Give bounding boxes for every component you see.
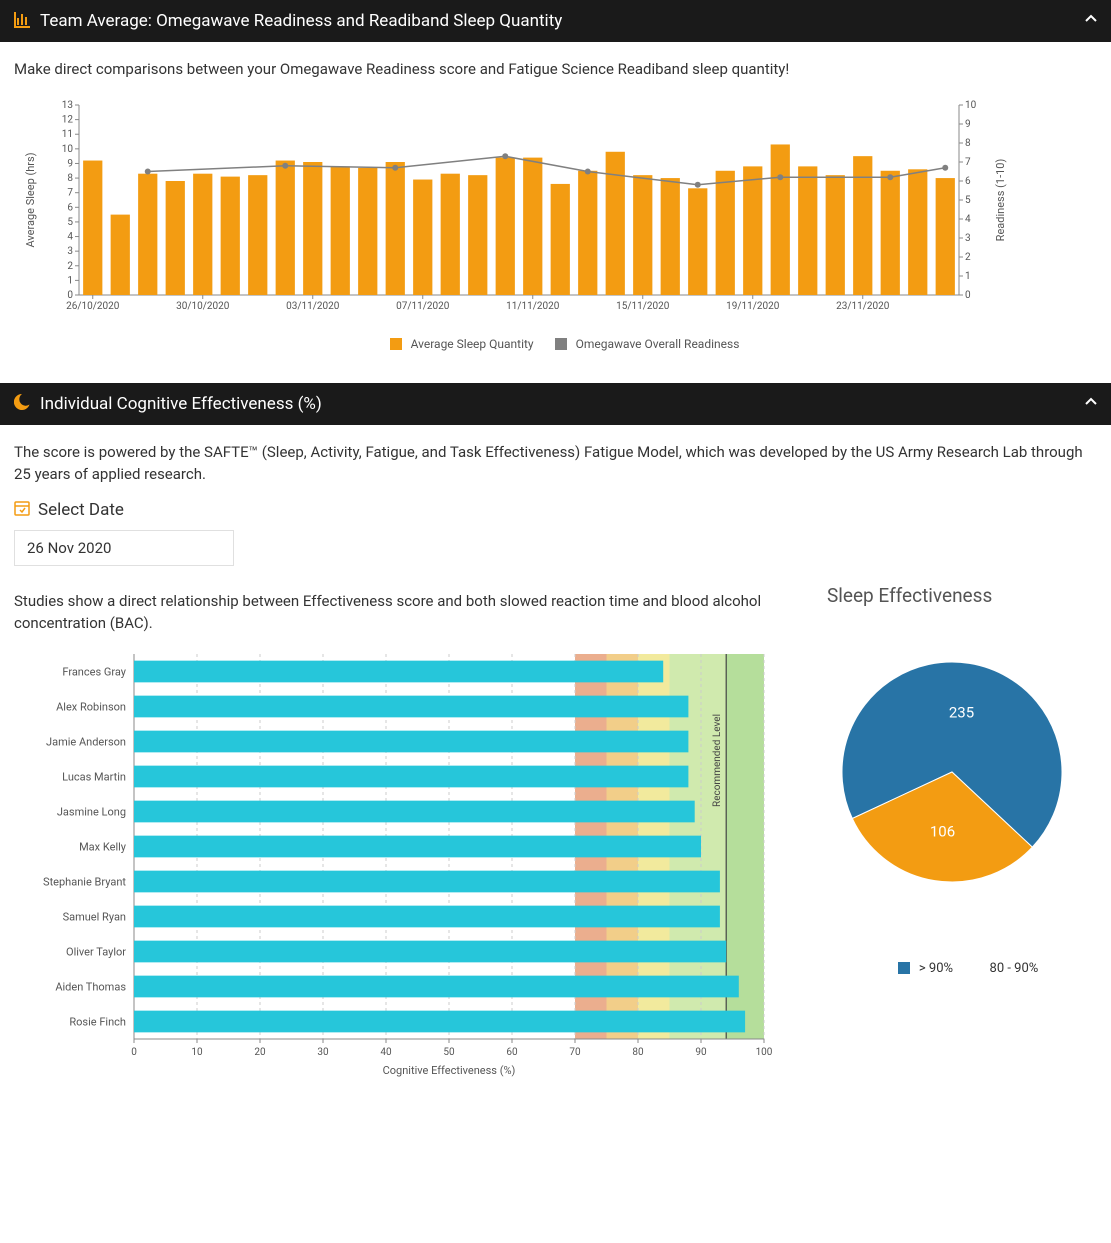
svg-text:8: 8 (965, 138, 971, 149)
svg-text:3: 3 (67, 246, 73, 257)
svg-text:1: 1 (965, 271, 971, 282)
svg-text:70: 70 (569, 1047, 581, 1058)
calendar-icon (14, 500, 30, 520)
legend-label-gt90: > 90% (919, 961, 953, 976)
legend-swatch-readiness (555, 338, 567, 350)
svg-text:50: 50 (443, 1047, 455, 1058)
panel-subtitle: The score is powered by the SAFTE™ (Slee… (14, 441, 1097, 486)
svg-text:9: 9 (67, 158, 73, 169)
svg-text:10: 10 (965, 100, 977, 111)
svg-text:Frances Gray: Frances Gray (62, 665, 126, 678)
svg-text:Lucas Martin: Lucas Martin (62, 770, 126, 783)
svg-text:9: 9 (965, 119, 971, 130)
svg-text:0: 0 (131, 1047, 137, 1058)
svg-text:30: 30 (317, 1047, 329, 1058)
select-date-text: Select Date (38, 500, 124, 520)
sleep-effectiveness-title: Sleep Effectiveness (827, 584, 1097, 607)
svg-text:Cognitive Effectiveness (%): Cognitive Effectiveness (%) (383, 1064, 516, 1077)
svg-text:5: 5 (965, 195, 971, 206)
svg-text:Jamie Anderson: Jamie Anderson (46, 735, 126, 748)
pie-legend: > 90% 80 - 90% (827, 961, 1097, 976)
cognitive-effectiveness-chart: Recommended Level Frances Gray Alex Robins… (14, 649, 774, 1079)
panel-subtitle: Make direct comparisons between your Ome… (14, 58, 1097, 81)
panel-header[interactable]: Individual Cognitive Effectiveness (%) (0, 383, 1111, 425)
legend-swatch-8090 (968, 962, 980, 974)
legend-swatch-gt90 (898, 962, 910, 974)
studies-text: Studies show a direct relationship betwe… (14, 590, 797, 635)
svg-text:2: 2 (67, 260, 73, 271)
svg-text:Jasmine Long: Jasmine Long (57, 805, 126, 818)
collapse-icon[interactable] (1085, 396, 1097, 412)
svg-text:10: 10 (191, 1047, 203, 1058)
svg-text:6: 6 (965, 176, 971, 187)
legend-label-8090: 80 - 90% (990, 961, 1039, 976)
svg-text:4: 4 (965, 214, 971, 225)
chart-legend: Average Sleep Quantity Omegawave Overall… (14, 337, 1097, 351)
svg-text:80: 80 (632, 1047, 644, 1058)
panel-title: Team Average: Omegawave Readiness and Re… (40, 11, 562, 31)
sleep-effectiveness-pie: 235 106 (827, 647, 1077, 897)
svg-text:90: 90 (695, 1047, 707, 1058)
svg-text:13: 13 (62, 100, 73, 111)
svg-text:Rosie Finch: Rosie Finch (69, 1015, 126, 1028)
panel-body: The score is powered by the SAFTE™ (Slee… (0, 425, 1111, 1103)
svg-text:4: 4 (67, 231, 73, 242)
svg-text:7: 7 (965, 157, 971, 168)
svg-text:40: 40 (380, 1047, 392, 1058)
svg-text:11/11/2020: 11/11/2020 (506, 301, 560, 312)
svg-text:15/11/2020: 15/11/2020 (616, 301, 670, 312)
svg-text:0: 0 (67, 290, 73, 301)
panel-title: Individual Cognitive Effectiveness (%) (40, 394, 322, 414)
select-date-label: Select Date (14, 500, 1097, 520)
svg-text:Readiness (1-10): Readiness (1-10) (994, 158, 1007, 241)
svg-text:11: 11 (62, 129, 73, 140)
bar-chart-icon (14, 12, 30, 31)
svg-text:106: 106 (930, 822, 955, 840)
svg-text:100: 100 (756, 1047, 773, 1058)
svg-text:Average Sleep (hrs): Average Sleep (hrs) (24, 152, 37, 247)
svg-text:1: 1 (67, 275, 73, 286)
collapse-icon[interactable] (1085, 13, 1097, 29)
svg-text:07/11/2020: 07/11/2020 (396, 301, 450, 312)
panel-body: Make direct comparisons between your Ome… (0, 42, 1111, 371)
svg-text:23/11/2020: 23/11/2020 (836, 301, 890, 312)
legend-label-sleep: Average Sleep Quantity (411, 337, 534, 351)
panel-header[interactable]: Team Average: Omegawave Readiness and Re… (0, 0, 1111, 42)
svg-text:6: 6 (67, 202, 73, 213)
svg-text:3: 3 (965, 233, 971, 244)
svg-text:20: 20 (254, 1047, 266, 1058)
svg-text:Samuel Ryan: Samuel Ryan (63, 910, 126, 923)
moon-icon (14, 394, 30, 413)
svg-text:60: 60 (506, 1047, 518, 1058)
panel-cognitive-effectiveness: Individual Cognitive Effectiveness (%) T… (0, 383, 1111, 1103)
svg-text:Recommended Level: Recommended Level (712, 714, 723, 807)
svg-text:19/11/2020: 19/11/2020 (726, 301, 780, 312)
svg-text:5: 5 (67, 216, 73, 227)
svg-text:7: 7 (67, 187, 73, 198)
legend-label-readiness: Omegawave Overall Readiness (576, 337, 740, 351)
svg-text:Max Kelly: Max Kelly (79, 840, 127, 853)
svg-text:Oliver Taylor: Oliver Taylor (66, 945, 126, 958)
svg-text:2: 2 (965, 252, 971, 263)
svg-text:Stephanie Bryant: Stephanie Bryant (43, 875, 126, 888)
svg-text:12: 12 (62, 114, 74, 125)
panel-team-average: Team Average: Omegawave Readiness and Re… (0, 0, 1111, 371)
sleep-readiness-chart: 012345678910111213012345678910Average Sl… (14, 95, 1097, 329)
svg-text:30/10/2020: 30/10/2020 (176, 301, 230, 312)
svg-text:Alex Robinson: Alex Robinson (56, 700, 126, 713)
legend-swatch-sleep (390, 338, 402, 350)
svg-text:26/10/2020: 26/10/2020 (66, 301, 120, 312)
svg-text:Aiden Thomas: Aiden Thomas (55, 980, 126, 993)
svg-text:03/11/2020: 03/11/2020 (286, 301, 340, 312)
svg-text:10: 10 (62, 143, 74, 154)
date-selector[interactable]: 26 Nov 2020 (14, 530, 234, 566)
svg-text:0: 0 (965, 290, 971, 301)
svg-text:235: 235 (949, 703, 974, 721)
svg-text:8: 8 (67, 173, 73, 184)
